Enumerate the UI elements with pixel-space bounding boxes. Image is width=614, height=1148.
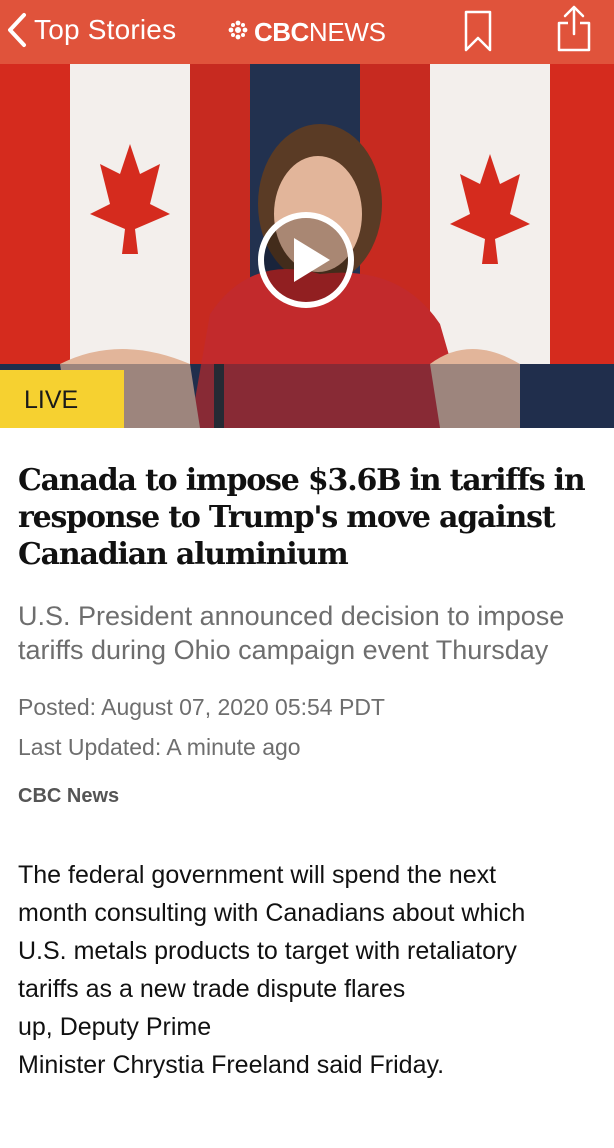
play-icon xyxy=(256,212,356,314)
cbc-gem-icon xyxy=(228,20,248,45)
bookmark-button[interactable] xyxy=(462,8,494,54)
article-headline: Canada to impose $3.6B in tariffs in res… xyxy=(18,463,586,572)
top-navigation-bar: Top Stories CBC NEWS xyxy=(0,0,614,64)
back-button[interactable]: Top Stories xyxy=(6,8,176,52)
last-updated: Last Updated: A minute ago xyxy=(18,734,301,760)
body-line: Minister Chrystia Freeland said Friday. xyxy=(18,1051,445,1079)
body-line: U.S. metals products to target with reta… xyxy=(18,937,517,965)
hero-video-thumbnail[interactable]: LIVE xyxy=(0,64,614,428)
article-subheadline: U.S. President announced decision to imp… xyxy=(18,601,565,665)
body-line: tariffs as a new trade dispute flares xyxy=(18,975,406,1003)
cbc-news-logo: CBC NEWS xyxy=(228,12,386,52)
article-content: Canada to impose $3.6B in tariffs in res… xyxy=(18,462,598,1084)
live-badge: LIVE xyxy=(0,370,124,428)
share-icon xyxy=(554,5,594,58)
article-source: CBC News xyxy=(18,785,120,807)
logo-cbc-text: CBC xyxy=(254,16,309,47)
body-line: The federal government will spend the ne… xyxy=(18,861,497,889)
chevron-left-icon xyxy=(6,12,28,48)
article-body: The federal government will spend the ne… xyxy=(18,856,598,1084)
body-line: up, Deputy Prime xyxy=(18,1013,212,1041)
back-label: Top Stories xyxy=(34,14,177,45)
body-line: month consulting with Canadians about wh… xyxy=(18,899,526,927)
article-meta: Posted: August 07, 2020 05:54 PDT Last U… xyxy=(18,687,598,767)
share-button[interactable] xyxy=(554,4,594,54)
logo-news-text: NEWS xyxy=(308,16,386,47)
play-video-button[interactable] xyxy=(256,210,356,310)
posted-date: Posted: August 07, 2020 05:54 PDT xyxy=(18,694,385,720)
bookmark-icon xyxy=(462,10,494,58)
